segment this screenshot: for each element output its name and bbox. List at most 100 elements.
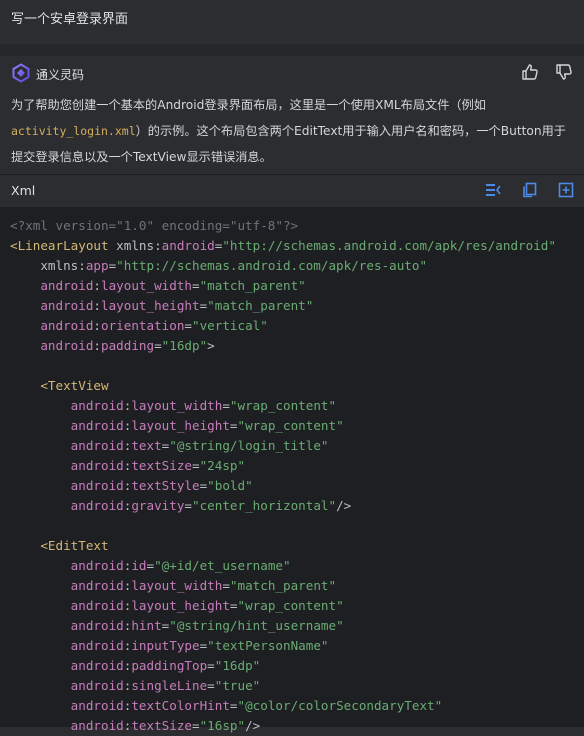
code-line: <TextView	[10, 376, 556, 396]
new-file-icon[interactable]	[557, 181, 575, 199]
code-token: android	[10, 578, 124, 593]
code-line: <EditText	[10, 536, 556, 556]
code-token: />	[336, 498, 352, 513]
code-token: =	[154, 338, 162, 353]
code-token: "vertical"	[192, 318, 268, 333]
code-token: =	[229, 418, 238, 433]
code-token: "24sp"	[199, 458, 246, 473]
code-token: paddingTop	[131, 658, 208, 673]
code-token: :	[93, 318, 101, 333]
code-token: layout_width	[131, 578, 223, 593]
code-token: id	[131, 558, 147, 573]
code-line: android:layout_width="match_parent"	[10, 576, 556, 596]
code-token: "@+id/et_username"	[154, 558, 291, 573]
code-line: android:id="@+id/et_username"	[10, 556, 556, 576]
code-token: layout_width	[131, 398, 223, 413]
code-line: android:hint="@string/hint_username"	[10, 616, 556, 636]
code-line: android:textSize="16sp"/>	[10, 716, 556, 736]
code-token: =	[207, 678, 215, 693]
code-token: hint	[131, 618, 162, 633]
code-token: xmlns:	[10, 258, 86, 273]
code-token: =	[192, 718, 200, 733]
code-line: <?xml version="1.0" encoding="utf-8"?>	[10, 216, 556, 236]
code-token: :	[93, 338, 101, 353]
code-token: padding	[101, 338, 155, 353]
code-line: android:layout_height="wrap_content"	[10, 596, 556, 616]
code-line: android:layout_height="wrap_content"	[10, 416, 556, 436]
code-token: =	[184, 318, 192, 333]
code-token: =	[184, 498, 192, 513]
code-token: singleLine	[131, 678, 208, 693]
code-token: layout_height	[101, 298, 200, 313]
code-token: text	[131, 438, 162, 453]
code-token: android	[10, 618, 124, 633]
code-token: textStyle	[131, 478, 200, 493]
code-token: android	[10, 458, 124, 473]
code-token: android	[10, 278, 94, 293]
code-token: "wrap_content"	[237, 598, 344, 613]
code-token: gravity	[131, 498, 185, 513]
code-token: android	[10, 438, 124, 453]
code-token: />	[245, 718, 261, 733]
code-line: android:textStyle="bold"	[10, 476, 556, 496]
code-token: inputType	[131, 638, 200, 653]
code-token: "@color/colorSecondaryText"	[237, 698, 443, 713]
code-token: "match_parent"	[229, 578, 337, 593]
code-token: "true"	[214, 678, 261, 693]
code-line: android:text="@string/login_title"	[10, 436, 556, 456]
code-token: =	[222, 578, 230, 593]
code-token: orientation	[101, 318, 185, 333]
code-content: <?xml version="1.0" encoding="utf-8"?> <L…	[10, 216, 556, 736]
code-token: "16sp"	[199, 718, 246, 733]
code-line: <LinearLayout xmlns:android="http://sche…	[10, 236, 556, 256]
code-token: textColorHint	[131, 698, 230, 713]
code-token: "16dp"	[161, 338, 208, 353]
code-token: "match_parent"	[199, 278, 306, 293]
insert-code-icon[interactable]	[484, 181, 502, 199]
code-token: "match_parent"	[207, 298, 314, 313]
code-token: android	[10, 658, 124, 673]
code-token: "textPersonName"	[207, 638, 329, 653]
code-token: android	[10, 718, 124, 733]
code-token: =	[207, 658, 215, 673]
code-token: =	[192, 278, 200, 293]
code-token: xmlns:	[108, 238, 162, 253]
assistant-name: 通义灵码	[36, 68, 85, 82]
code-token: =	[192, 458, 200, 473]
code-block: Xml <?xml version="1.0" encoding="utf-8"…	[0, 174, 584, 733]
code-token: layout_width	[101, 278, 192, 293]
code-token: <?xml version="1.0" encoding="utf-8"?>	[10, 218, 299, 233]
code-line: android:layout_width="wrap_content"	[10, 396, 556, 416]
code-token: <TextView	[10, 378, 109, 393]
code-token: =	[222, 398, 230, 413]
inline-code-filename: activity_login.xml	[11, 124, 136, 138]
code-token: android	[10, 498, 124, 513]
code-token: :	[93, 278, 101, 293]
assistant-intro: 为了帮助您创建一个基本的Android登录界面布局，这里是一个使用XML布局文件…	[11, 92, 573, 170]
code-line: android:singleLine="true"	[10, 676, 556, 696]
code-line: android:orientation="vertical"	[10, 316, 556, 336]
code-token: android	[10, 598, 124, 613]
code-line: android:layout_width="match_parent"	[10, 276, 556, 296]
code-token: android	[10, 638, 124, 653]
code-line: android:gravity="center_horizontal"/>	[10, 496, 556, 516]
code-token: "center_horizontal"	[192, 498, 337, 513]
code-line: android:textColorHint="@color/colorSecon…	[10, 696, 556, 716]
code-line: android:padding="16dp">	[10, 336, 556, 356]
code-token: android	[10, 298, 94, 313]
code-line: android:textSize="24sp"	[10, 456, 556, 476]
code-token: <EditText	[10, 538, 109, 553]
code-token: textSize	[131, 458, 192, 473]
assistant-message: 通义灵码 为了帮助您创建一个基本的Android登录界面布局，这里是一个使用XM…	[0, 56, 584, 733]
code-token: layout_height	[131, 598, 230, 613]
copy-icon[interactable]	[521, 181, 539, 199]
code-token: app	[85, 258, 109, 273]
message-divider	[0, 44, 584, 56]
code-line: android:layout_height="match_parent"	[10, 296, 556, 316]
code-token: "@string/hint_username"	[169, 618, 344, 633]
thumbs-down-icon[interactable]	[554, 62, 574, 82]
thumbs-up-icon[interactable]	[520, 62, 540, 82]
code-token: =	[146, 558, 155, 573]
